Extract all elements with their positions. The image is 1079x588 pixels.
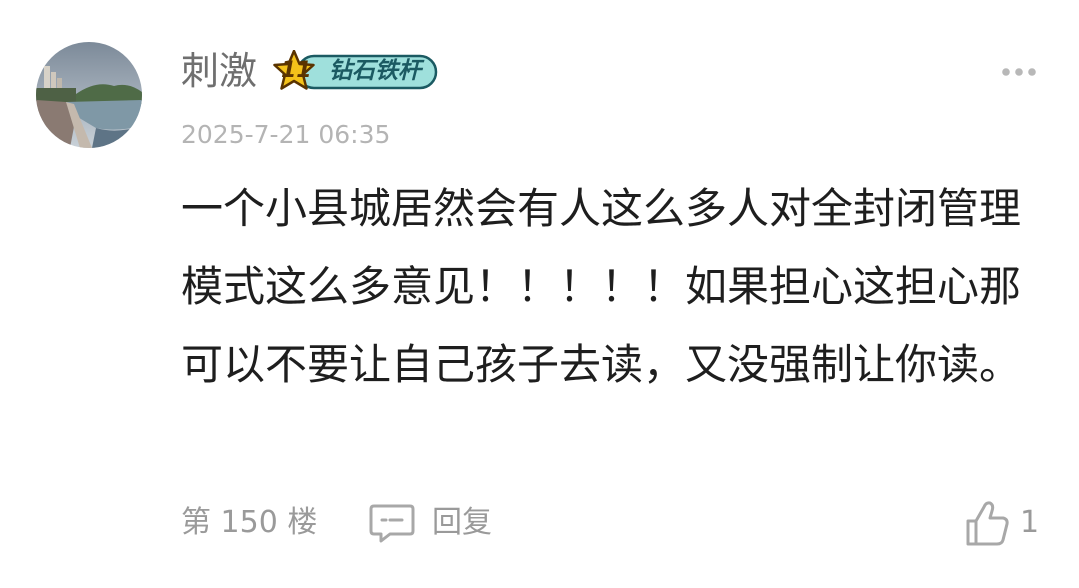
comment-timestamp: 2025-7-21 06:35 — [181, 120, 391, 149]
reply-button[interactable]: 回复 — [368, 500, 492, 546]
comment-text: 一个小县城居然会有人这么多人对全封闭管理模式这么多意见！！！！！如果担心这担心那… — [181, 184, 1022, 389]
thumbs-up-icon — [966, 501, 1009, 546]
author-name[interactable]: 刺激 — [181, 44, 257, 98]
badge-level: 11 — [281, 58, 312, 83]
like-count: 1 — [1020, 505, 1040, 540]
avatar-image — [36, 42, 142, 148]
more-dots-icon[interactable] — [1000, 62, 1038, 82]
comment-card: 刺激 11 钻石铁杆 2025-7-21 06:35 一个小县城居然会有人这么多… — [0, 0, 1079, 588]
avatar[interactable] — [36, 42, 142, 148]
fan-level-badge[interactable]: 11 钻石铁杆 — [272, 50, 440, 94]
comment-bubble-icon — [369, 504, 415, 543]
badge-title: 钻石铁杆 — [329, 58, 421, 84]
reply-label: 回复 — [432, 505, 492, 540]
like-button[interactable]: 1 — [964, 498, 1039, 548]
floor-number: 第 150 楼 — [181, 505, 318, 540]
